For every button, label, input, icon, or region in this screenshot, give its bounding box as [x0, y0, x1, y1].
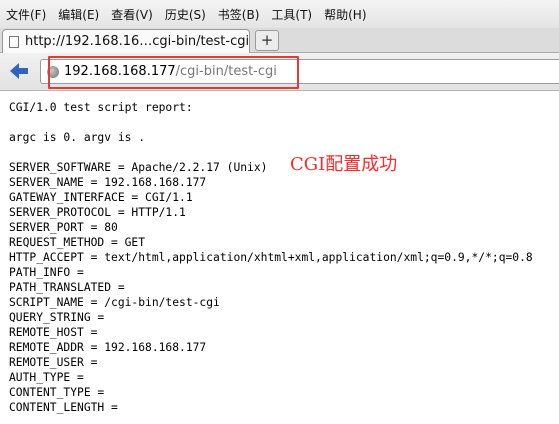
tab-strip: http://192.168.16…cgi-bin/test-cgi + — [0, 28, 559, 53]
env-line: SCRIPT_NAME = /cgi-bin/test-cgi — [9, 296, 220, 309]
menu-bar: 文件(F) 编辑(E) 查看(V) 历史(S) 书签(B) 工具(T) 帮助(H… — [0, 0, 559, 28]
env-line: HTTP_ACCEPT = text/html,application/xhtm… — [9, 251, 533, 264]
env-line: REMOTE_HOST = — [9, 326, 98, 339]
success-annotation: CGI配置成功 — [290, 154, 398, 175]
menu-bookmarks[interactable]: 书签(B) — [218, 6, 260, 23]
tab-title: http://192.168.16…cgi-bin/test-cgi — [25, 34, 249, 49]
env-line: CONTENT_LENGTH = — [9, 401, 118, 414]
new-tab-button[interactable]: + — [255, 30, 279, 51]
env-line: SERVER_PROTOCOL = HTTP/1.1 — [9, 206, 186, 219]
report-header: CGI/1.0 test script report: — [9, 101, 193, 114]
menu-help[interactable]: 帮助(H) — [324, 6, 366, 23]
env-line: SERVER_SOFTWARE = Apache/2.2.17 (Unix) — [9, 161, 268, 174]
back-button[interactable] — [8, 61, 30, 81]
page-icon — [9, 35, 19, 48]
env-line: QUERY_STRING = — [9, 311, 105, 324]
menu-history[interactable]: 历史(S) — [165, 6, 206, 23]
menu-view[interactable]: 查看(V) — [111, 6, 153, 23]
env-line: AUTH_TYPE = — [9, 371, 84, 384]
env-line: SERVER_PORT = 80 — [9, 221, 118, 234]
url-highlight-box — [48, 56, 299, 89]
argc-line: argc is 0. argv is . — [9, 131, 146, 144]
env-line: CONTENT_TYPE = — [9, 386, 105, 399]
menu-edit[interactable]: 编辑(E) — [58, 6, 99, 23]
tab-test-cgi[interactable]: http://192.168.16…cgi-bin/test-cgi — [2, 29, 250, 53]
menu-file[interactable]: 文件(F) — [6, 6, 46, 23]
env-line: SERVER_NAME = 192.168.168.177 — [9, 176, 207, 189]
env-line: REQUEST_METHOD = GET — [9, 236, 146, 249]
env-line: GATEWAY_INTERFACE = CGI/1.1 — [9, 191, 193, 204]
env-line: PATH_INFO = — [9, 266, 84, 279]
page-content: CGI/1.0 test script report: argc is 0. a… — [9, 100, 559, 415]
back-arrow-icon — [10, 63, 28, 79]
env-line: PATH_TRANSLATED = — [9, 281, 125, 294]
env-line: REMOTE_ADDR = 192.168.168.177 — [9, 341, 207, 354]
env-line: REMOTE_USER = — [9, 356, 98, 369]
menu-tools[interactable]: 工具(T) — [271, 6, 312, 23]
